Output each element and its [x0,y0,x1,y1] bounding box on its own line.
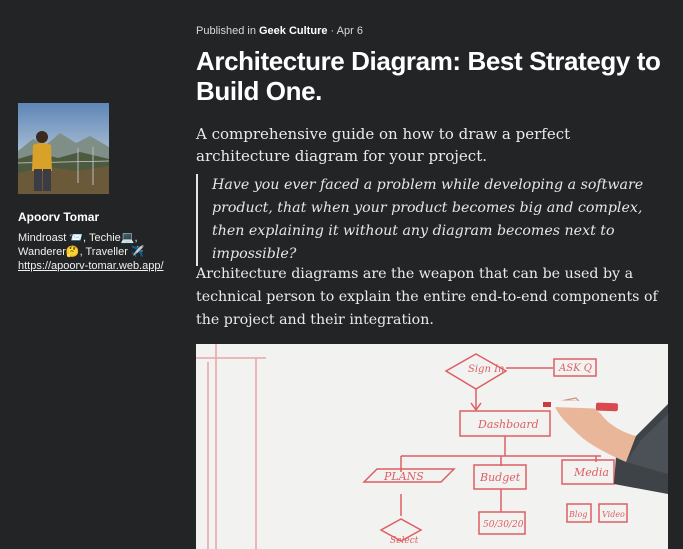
diagram-label: Media [573,466,609,479]
author-website-link[interactable]: https://apoorv-tomar.web.app/ [18,260,164,272]
author-bio-line: Mindroast 📨, Techie💻, [18,232,138,244]
publication-link[interactable]: Geek Culture [259,25,327,37]
diagram-label: PLANS [383,470,424,483]
author-avatar-image [18,103,109,194]
diagram-label: Select [390,536,419,546]
published-in-label: Published in [196,25,256,37]
article-blockquote: Have you ever faced a problem while deve… [196,174,672,266]
article-title: Architecture Diagram: Best Strategy to B… [196,46,661,106]
diagram-label: Budget [479,471,521,484]
diagram-label: Dashboard [477,418,539,431]
article-hero-image: Sign In ASK Q Dashboard PLANS Budget Med… [196,344,668,549]
author-avatar[interactable] [18,103,109,194]
article-subtitle: A comprehensive guide on how to draw a p… [196,125,571,165]
publication-line: Published in Geek Culture · Apr 6 [196,25,363,37]
diagram-label: Blog [568,510,587,519]
diagram-label: Sign In [468,364,504,375]
diagram-label: Video [602,510,625,519]
diagram-label: 50/30/20 [483,520,524,530]
article-paragraph: Architecture diagrams are the weapon tha… [196,266,658,328]
author-bio-line: Wanderer🤔, Traveller ✈️ [18,246,145,258]
date-separator: · [330,25,335,37]
publish-date: Apr 6 [336,25,363,37]
author-name[interactable]: Apoorv Tomar [18,210,99,224]
author-bio: Mindroast 📨, Techie💻, Wanderer🤔, Travell… [18,231,178,273]
whiteboard-diagram: Sign In ASK Q Dashboard PLANS Budget Med… [196,344,668,549]
diagram-label: ASK Q [558,363,592,374]
